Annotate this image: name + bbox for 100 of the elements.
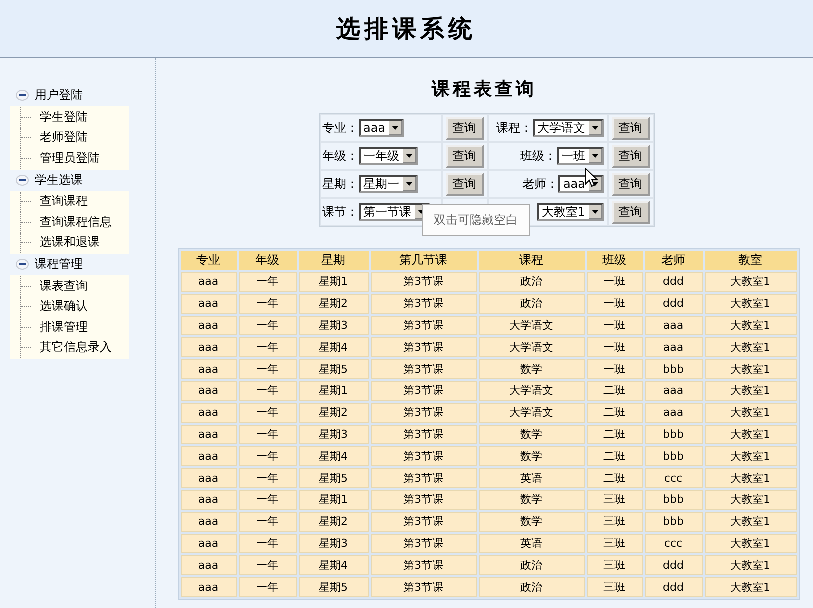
query-button[interactable]: 查询 — [446, 116, 484, 140]
menu-item[interactable]: 查询课程 — [40, 193, 88, 210]
query-button[interactable]: 查询 — [612, 200, 650, 224]
table-cell: 星期1 — [298, 380, 368, 401]
cursor-icon — [585, 168, 598, 188]
minus-icon[interactable] — [16, 259, 29, 270]
table-cell: 第3节课 — [370, 446, 476, 466]
query-button[interactable]: 查询 — [612, 172, 650, 196]
table-cell: 大教室1 — [704, 359, 796, 379]
dropdown-arrow-icon — [588, 149, 602, 163]
table-cell: 二班 — [586, 424, 642, 444]
table-cell: ddd — [644, 577, 702, 597]
table-cell: 三班 — [586, 577, 642, 597]
query-button[interactable]: 查询 — [612, 144, 650, 168]
table-cell: 星期4 — [298, 446, 368, 466]
menu-item[interactable]: 其它信息录入 — [40, 339, 112, 356]
table-cell: 大教室1 — [704, 512, 796, 532]
table-cell: 第3节课 — [370, 534, 476, 554]
table-cell: 大学语文 — [478, 402, 584, 423]
tooltip: 双击可隐藏空白 — [422, 204, 530, 236]
table-cell: 一班 — [586, 359, 642, 379]
table-cell: 政治 — [478, 272, 584, 292]
menu-item[interactable]: 老师登陆 — [40, 129, 88, 146]
column-header: 第几节课 — [370, 251, 476, 270]
menu-item[interactable]: 排课管理 — [40, 318, 88, 336]
table-cell: 第3节课 — [370, 468, 476, 488]
table-cell: aaa — [180, 316, 236, 336]
table-cell: 一年 — [238, 424, 296, 444]
menu-item[interactable]: 管理员登陆 — [40, 150, 100, 167]
field-label: 班级： — [520, 148, 556, 164]
table-cell: 大教室1 — [704, 424, 796, 444]
table-cell: aaa — [180, 402, 236, 423]
table-cell: 星期4 — [298, 337, 368, 358]
table-cell: 二班 — [586, 468, 642, 488]
minus-icon[interactable] — [16, 90, 29, 101]
table-cell: 一年 — [238, 294, 296, 314]
dropdown-field[interactable]: aaa — [358, 119, 404, 137]
table-cell: 大教室1 — [704, 294, 796, 314]
table-cell: 星期2 — [298, 512, 368, 532]
table-cell: 大教室1 — [704, 316, 796, 336]
minus-icon[interactable] — [16, 174, 29, 186]
dropdown-field[interactable]: 第一节课 — [358, 203, 430, 221]
table-cell: 一年 — [238, 512, 296, 532]
menu-item[interactable]: 选课和退课 — [40, 234, 100, 252]
field-label: 老师： — [522, 176, 558, 192]
menu-item[interactable]: 选课确认 — [40, 298, 88, 316]
menu-item[interactable]: 学生登陆 — [40, 108, 88, 126]
dropdown-field[interactable]: 一班 — [556, 147, 604, 165]
menu-item[interactable]: 查询课程信息 — [40, 214, 112, 231]
table-cell: 英语 — [478, 534, 584, 554]
dropdown-field[interactable]: 大教室1 — [536, 203, 604, 221]
menu-item[interactable]: 课表查询 — [40, 278, 88, 295]
table-cell: 大教室1 — [704, 380, 796, 401]
table-cell: aaa — [180, 512, 236, 532]
table-cell: 一年 — [238, 490, 296, 510]
table-cell: 第3节课 — [370, 555, 476, 576]
table-cell: aaa — [180, 577, 236, 597]
table-cell: aaa — [644, 337, 702, 358]
table-cell: 一班 — [586, 337, 642, 358]
table-cell: aaa — [180, 359, 236, 379]
table-cell: 一年 — [238, 272, 296, 292]
table-cell: 星期1 — [298, 272, 368, 292]
table-cell: aaa — [644, 402, 702, 423]
table-cell: 二班 — [586, 446, 642, 466]
table-cell: bbb — [644, 490, 702, 510]
query-button[interactable]: 查询 — [612, 116, 650, 140]
table-cell: 数学 — [478, 446, 584, 466]
table-cell: 数学 — [478, 512, 584, 532]
table-cell: 大教室1 — [704, 272, 796, 292]
dropdown-field[interactable]: 一年级 — [358, 147, 418, 165]
table-cell: bbb — [644, 359, 702, 379]
table-cell: 第3节课 — [370, 577, 476, 597]
menu-group-label[interactable]: 学生选课 — [35, 172, 83, 188]
dropdown-arrow-icon — [588, 121, 602, 135]
table-cell: 一年 — [238, 380, 296, 401]
table-cell: 第3节课 — [370, 402, 476, 423]
table-cell: 星期5 — [298, 359, 368, 379]
query-button[interactable]: 查询 — [446, 144, 484, 168]
table-cell: ccc — [644, 534, 702, 554]
table-cell: aaa — [180, 555, 236, 576]
column-header: 专业 — [180, 251, 236, 270]
query-button[interactable]: 查询 — [446, 172, 484, 196]
table-cell: 星期5 — [298, 577, 368, 597]
table-cell: 星期2 — [298, 402, 368, 423]
menu-group-label[interactable]: 课程管理 — [35, 256, 83, 273]
dropdown-field[interactable]: 大学语文 — [532, 119, 604, 137]
table-cell: 一年 — [238, 337, 296, 358]
dropdown-field[interactable]: 星期一 — [358, 175, 418, 193]
table-cell: 第3节课 — [370, 359, 476, 379]
table-cell: 三班 — [586, 534, 642, 554]
table-cell: aaa — [644, 316, 702, 336]
table-cell: 大教室1 — [704, 490, 796, 510]
table-cell: 大教室1 — [704, 468, 796, 488]
dropdown-arrow-icon — [388, 121, 402, 135]
table-cell: 三班 — [586, 512, 642, 532]
field-label: 星期： — [322, 176, 358, 192]
table-cell: 第3节课 — [370, 490, 476, 510]
table-cell: 数学 — [478, 424, 584, 444]
table-cell: 数学 — [478, 359, 584, 379]
menu-group-label[interactable]: 用户登陆 — [35, 87, 83, 104]
